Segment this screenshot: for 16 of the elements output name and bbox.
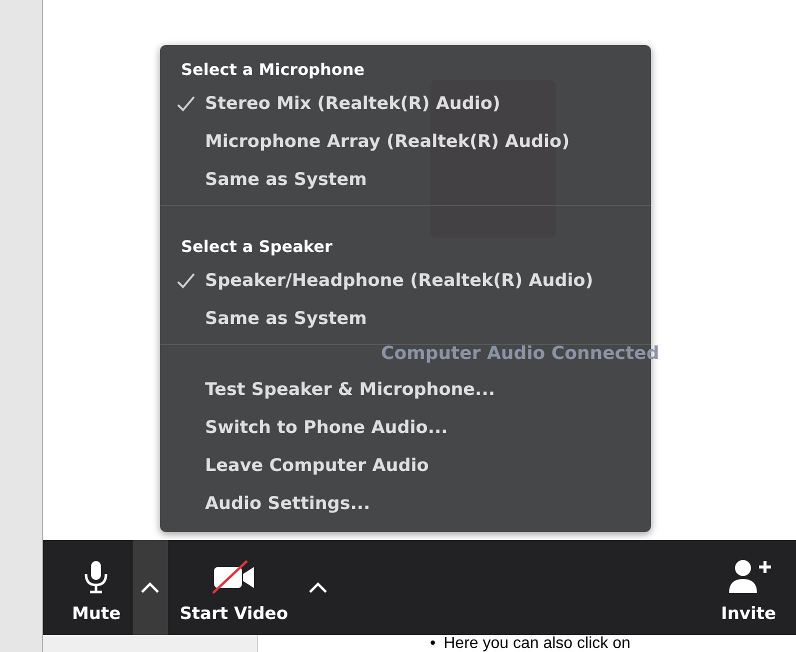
menu-item[interactable]: Stereo Mix (Realtek(R) Audio) (160, 85, 651, 123)
mute-button[interactable]: Mute (60, 540, 133, 635)
document-text: Here you can also click on (444, 635, 630, 652)
menu-item[interactable]: Switch to Phone Audio... (160, 409, 651, 447)
menu-item[interactable]: Same as System (160, 300, 651, 338)
menu-section-header: Select a Microphone (180, 59, 366, 81)
menu-item[interactable]: Audio Settings... (160, 485, 651, 523)
menu-item[interactable]: Test Speaker & Microphone... (160, 371, 651, 409)
invite-button[interactable]: Invite (709, 540, 788, 635)
menu-section-header: Select a Speaker (180, 236, 334, 258)
bullet-mark: • (430, 635, 436, 652)
menu-item[interactable]: Microphone Array (Realtek(R) Audio) (160, 123, 651, 161)
start-video-button[interactable]: Start Video (168, 540, 300, 635)
menu-item[interactable]: Speaker/Headphone (Realtek(R) Audio) (160, 262, 651, 300)
menu-item[interactable]: Same as System (160, 161, 651, 199)
menu-item[interactable]: Leave Computer Audio (160, 447, 651, 485)
